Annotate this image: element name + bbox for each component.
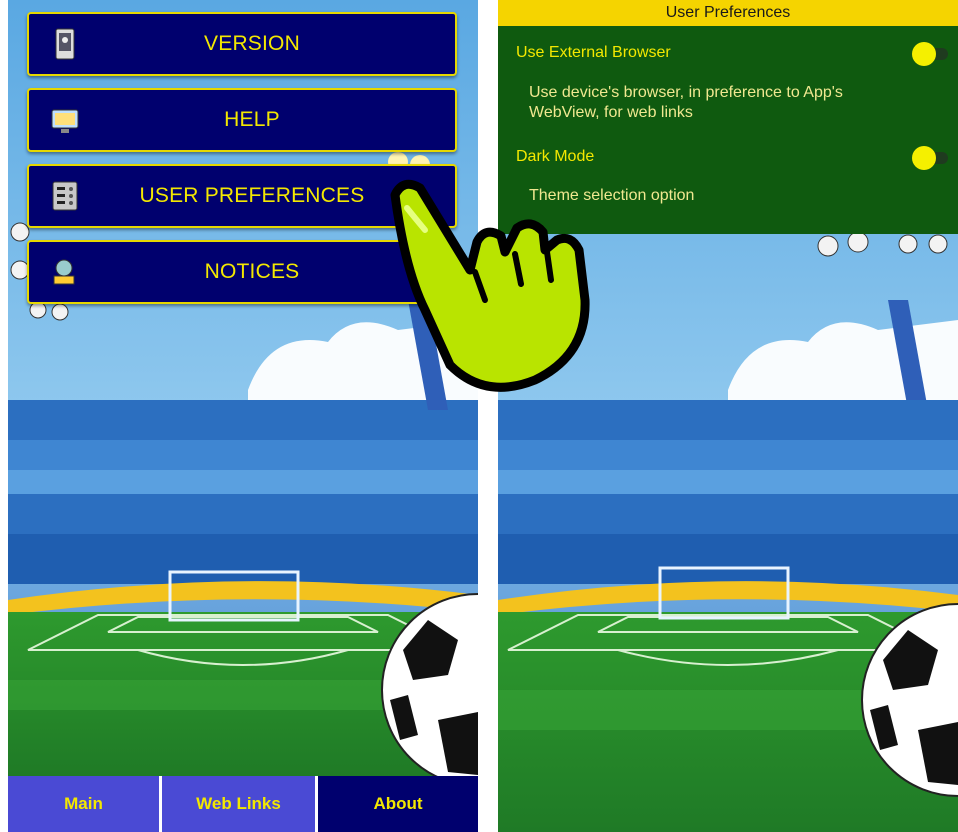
external-browser-label: Use External Browser	[516, 44, 671, 61]
pointing-hand-icon	[390, 179, 590, 392]
phone-icon	[55, 28, 75, 60]
toggle-thumb	[912, 42, 936, 66]
external-browser-toggle[interactable]	[912, 42, 948, 66]
notices-icon	[53, 259, 75, 285]
external-browser-description: Use device's browser, in preference to A…	[529, 84, 843, 121]
nav-web-links[interactable]: Web Links	[162, 776, 318, 832]
toggle-thumb	[912, 146, 936, 170]
nav-about[interactable]: About	[318, 776, 478, 832]
version-label: VERSION	[204, 32, 300, 55]
nav-main[interactable]: Main	[8, 776, 162, 832]
dark-mode-toggle[interactable]	[912, 146, 948, 170]
help-label: HELP	[224, 108, 280, 131]
preferences-icon	[52, 181, 78, 211]
bottom-navigation: Main Web Links About	[8, 776, 478, 832]
version-button[interactable]: VERSION	[27, 12, 457, 76]
help-button[interactable]: HELP	[27, 88, 457, 152]
preferences-screen: User Preferences Use External Browser Us…	[498, 0, 958, 832]
preferences-title: User Preferences	[498, 0, 958, 26]
main-screen: VERSION HELP USER PREFERENCES NOTICES Ma…	[8, 0, 478, 832]
monitor-icon	[51, 109, 79, 133]
